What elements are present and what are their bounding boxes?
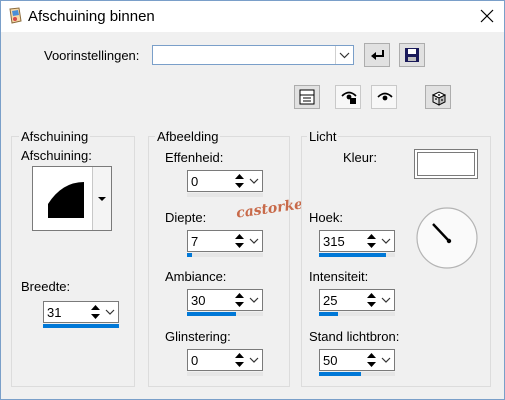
angle-bar[interactable] — [319, 253, 395, 257]
list-button[interactable] — [294, 85, 320, 109]
bevel-width-value: 31 — [47, 305, 62, 320]
eye-icon — [377, 92, 393, 101]
light-group-title: Licht — [307, 129, 339, 144]
window-title: Afschuining binnen — [28, 8, 155, 25]
angle-slider-button[interactable] — [379, 232, 393, 250]
save-preset-button[interactable] — [399, 43, 425, 67]
bevel-width-bar[interactable] — [43, 324, 119, 328]
title-bar: Afschuining binnen — [1, 1, 504, 32]
elevation-label: Stand lichtbron: — [309, 329, 400, 344]
angle-fill — [319, 253, 386, 257]
ambience-label: Ambiance: — [165, 269, 227, 284]
light-color-swatch[interactable] — [414, 149, 478, 179]
chevron-down-icon — [249, 297, 259, 303]
intensity-fill — [319, 312, 338, 316]
presets-select[interactable] — [152, 45, 354, 65]
depth-slider-button[interactable] — [247, 232, 261, 250]
dice-icon — [431, 91, 447, 106]
ambience-spinner[interactable] — [233, 291, 246, 309]
reset-button[interactable] — [364, 43, 390, 67]
elevation-slider-button[interactable] — [379, 351, 393, 369]
chevron-down-icon — [339, 52, 350, 59]
smoothness-bar[interactable] — [187, 193, 263, 197]
ambience-value: 30 — [191, 293, 206, 308]
depth-spinner[interactable] — [233, 232, 246, 250]
intensity-bar[interactable] — [319, 312, 395, 316]
chevron-down-icon — [105, 309, 115, 315]
bevel-shape-preview — [48, 182, 84, 218]
randomize-button[interactable] — [425, 85, 451, 109]
angle-value: 315 — [323, 234, 345, 249]
bevel-width-label: Breedte: — [21, 279, 71, 294]
bevel-shape-dropdown-button[interactable] — [92, 167, 111, 230]
bevel-width-slider-button[interactable] — [103, 303, 117, 321]
chevron-down-icon — [249, 238, 259, 244]
chevron-down-icon — [249, 178, 259, 184]
elevation-input[interactable]: 50 — [319, 349, 395, 371]
shininess-label: Glinstering: — [165, 329, 231, 344]
chevron-down-icon — [98, 197, 106, 201]
bevel-group-title: Afschuining — [19, 129, 91, 144]
smoothness-slider-button[interactable] — [247, 172, 261, 190]
app-icon — [7, 7, 23, 25]
proof-icon — [341, 91, 357, 104]
elevation-bar[interactable] — [319, 372, 395, 376]
bevel-shape-picker[interactable] — [32, 166, 112, 231]
light-color-label: Kleur: — [343, 150, 377, 165]
chevron-down-icon — [381, 357, 391, 363]
chevron-down-icon — [381, 297, 391, 303]
intensity-label: Intensiteit: — [309, 269, 369, 284]
list-icon — [299, 89, 315, 105]
ambience-slider-button[interactable] — [247, 291, 261, 309]
ambience-bar[interactable] — [187, 312, 263, 316]
auto-proof-button[interactable] — [371, 85, 397, 109]
depth-label: Diepte: — [165, 210, 207, 225]
proof-button[interactable] — [335, 85, 361, 109]
angle-input[interactable]: 315 — [319, 230, 395, 252]
depth-bar[interactable] — [187, 253, 263, 257]
light-color-fill — [417, 152, 475, 176]
image-group-title: Afbeelding — [155, 129, 221, 144]
bevel-width-fill — [43, 324, 119, 328]
depth-input[interactable]: 7 — [187, 230, 263, 252]
intensity-spinner[interactable] — [365, 291, 378, 309]
smoothness-spinner[interactable] — [233, 172, 246, 190]
shininess-spinner[interactable] — [233, 351, 246, 369]
intensity-value: 25 — [323, 293, 338, 308]
chevron-down-icon — [381, 238, 391, 244]
intensity-input[interactable]: 25 — [319, 289, 395, 311]
intensity-slider-button[interactable] — [379, 291, 393, 309]
shininess-input[interactable]: 0 — [187, 349, 263, 371]
angle-spinner[interactable] — [365, 232, 378, 250]
shininess-bar[interactable] — [187, 372, 263, 376]
reset-icon — [371, 50, 384, 60]
close-button[interactable] — [470, 1, 504, 32]
bevel-shape-label: Afschuining: — [21, 148, 92, 163]
smoothness-label: Effenheid: — [165, 150, 224, 165]
presets-label: Voorinstellingen: — [44, 48, 140, 63]
dialog-window: Afschuining binnen Voorinstellingen: Afs… — [0, 0, 505, 400]
ambience-input[interactable]: 30 — [187, 289, 263, 311]
depth-fill — [187, 253, 193, 257]
depth-value: 7 — [191, 234, 199, 249]
save-icon — [405, 48, 419, 62]
chevron-down-icon — [249, 357, 259, 363]
bevel-width-spinner[interactable] — [89, 303, 102, 321]
bevel-width-input[interactable]: 31 — [43, 301, 119, 323]
close-icon — [480, 9, 494, 23]
elevation-value: 50 — [323, 353, 338, 368]
ambience-fill — [187, 312, 237, 316]
elevation-fill — [319, 372, 361, 376]
shininess-value: 0 — [191, 353, 199, 368]
angle-label: Hoek: — [309, 210, 343, 225]
elevation-spinner[interactable] — [365, 351, 378, 369]
angle-dial[interactable] — [415, 206, 479, 270]
smoothness-value: 0 — [191, 174, 199, 189]
smoothness-input[interactable]: 0 — [187, 170, 263, 192]
shininess-slider-button[interactable] — [247, 351, 261, 369]
presets-dropdown-button[interactable] — [335, 46, 353, 64]
